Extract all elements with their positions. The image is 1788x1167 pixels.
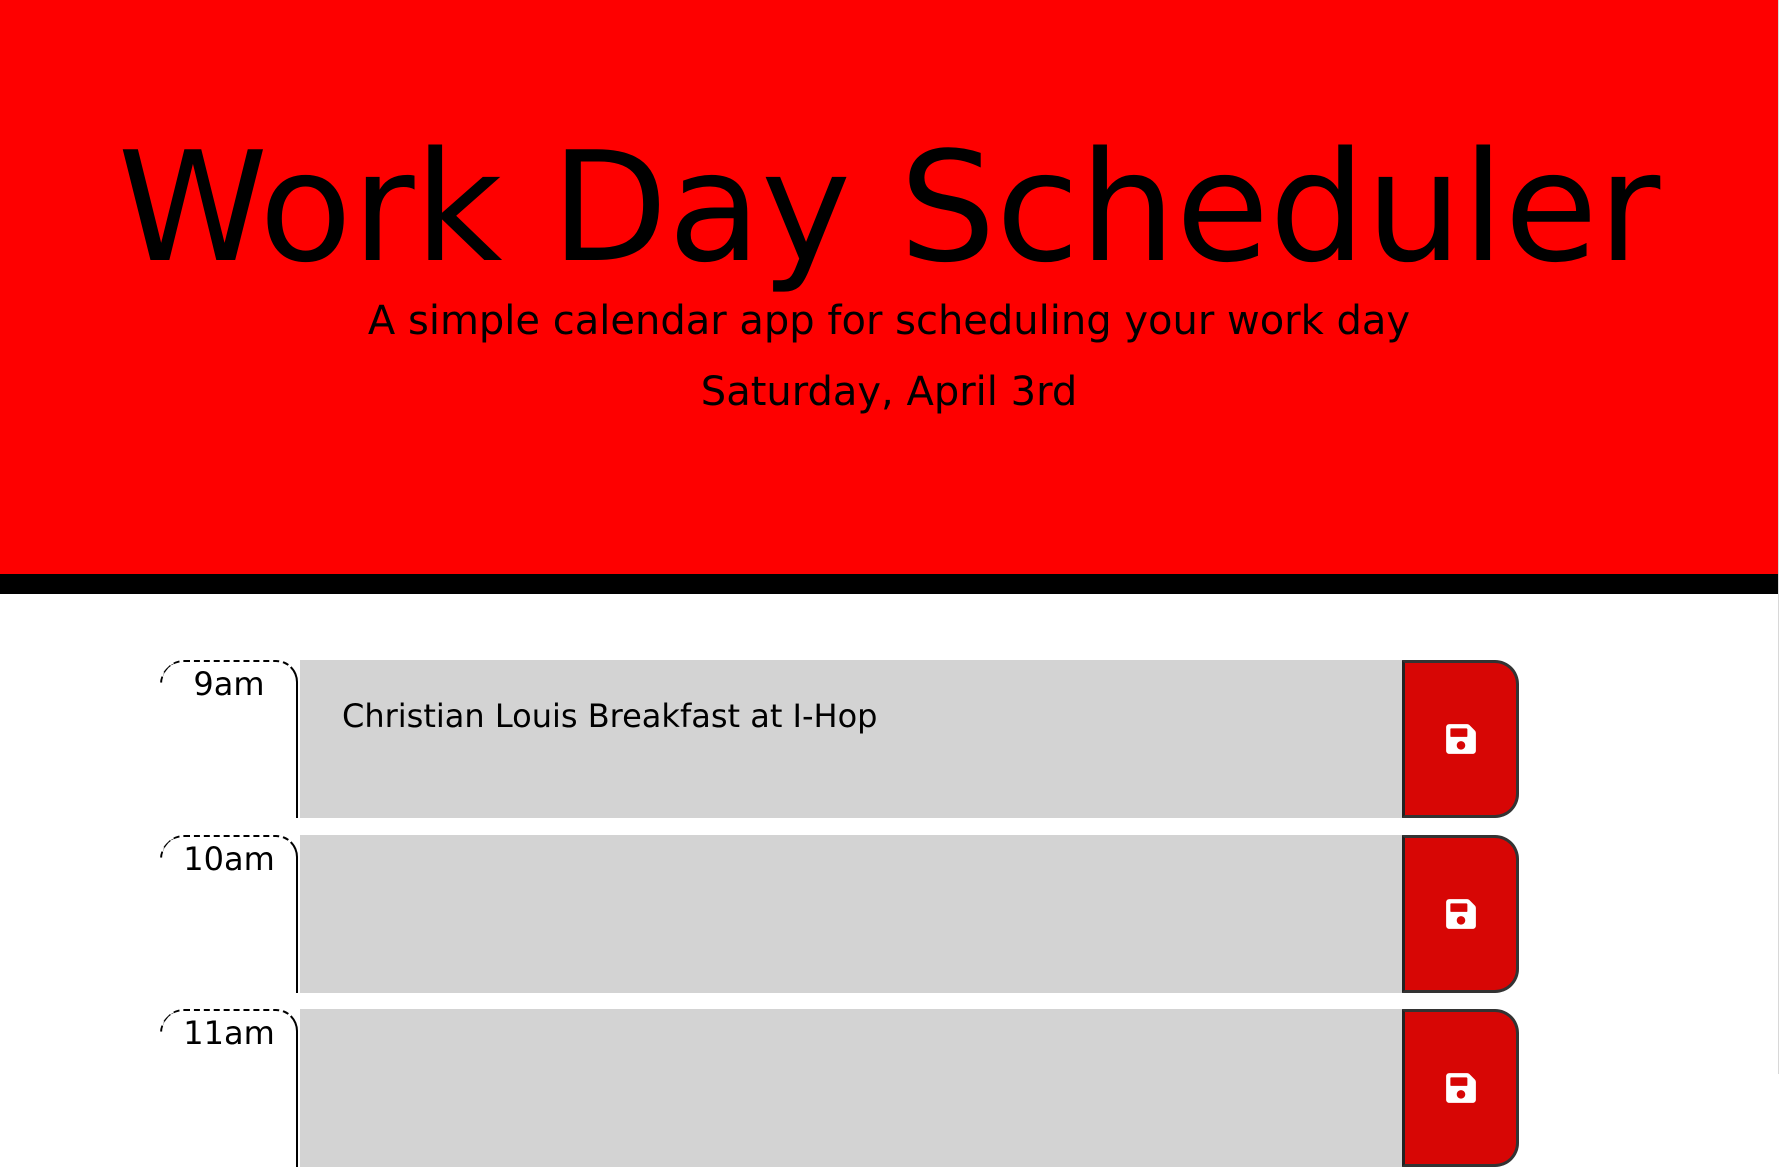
timeblock-row: 9am Christian Louis Breakfast at I-Hop <box>160 660 1520 818</box>
save-button[interactable] <box>1402 1009 1519 1167</box>
timeblock-row: 11am <box>160 1009 1520 1167</box>
hour-label: 10am <box>160 835 298 993</box>
timeblock-row: 10am <box>160 835 1520 993</box>
window-scrollbar[interactable] <box>1778 0 1788 1074</box>
hour-label: 9am <box>160 660 298 818</box>
page-subtitle: A simple calendar app for scheduling you… <box>367 298 1411 344</box>
current-day: Saturday, April 3rd <box>700 369 1078 415</box>
hour-label: 11am <box>160 1009 298 1167</box>
event-description-field[interactable] <box>300 1009 1402 1167</box>
save-icon <box>1445 899 1476 929</box>
save-icon <box>1445 1073 1476 1103</box>
event-description-field[interactable] <box>300 835 1402 993</box>
event-description-field[interactable]: Christian Louis Breakfast at I-Hop <box>300 660 1402 818</box>
page-title: Work Day Scheduler <box>117 119 1661 296</box>
save-icon <box>1445 724 1476 754</box>
save-button[interactable] <box>1402 660 1519 818</box>
save-button[interactable] <box>1402 835 1519 993</box>
jumbotron-header: Work Day Scheduler A simple calendar app… <box>0 0 1778 594</box>
